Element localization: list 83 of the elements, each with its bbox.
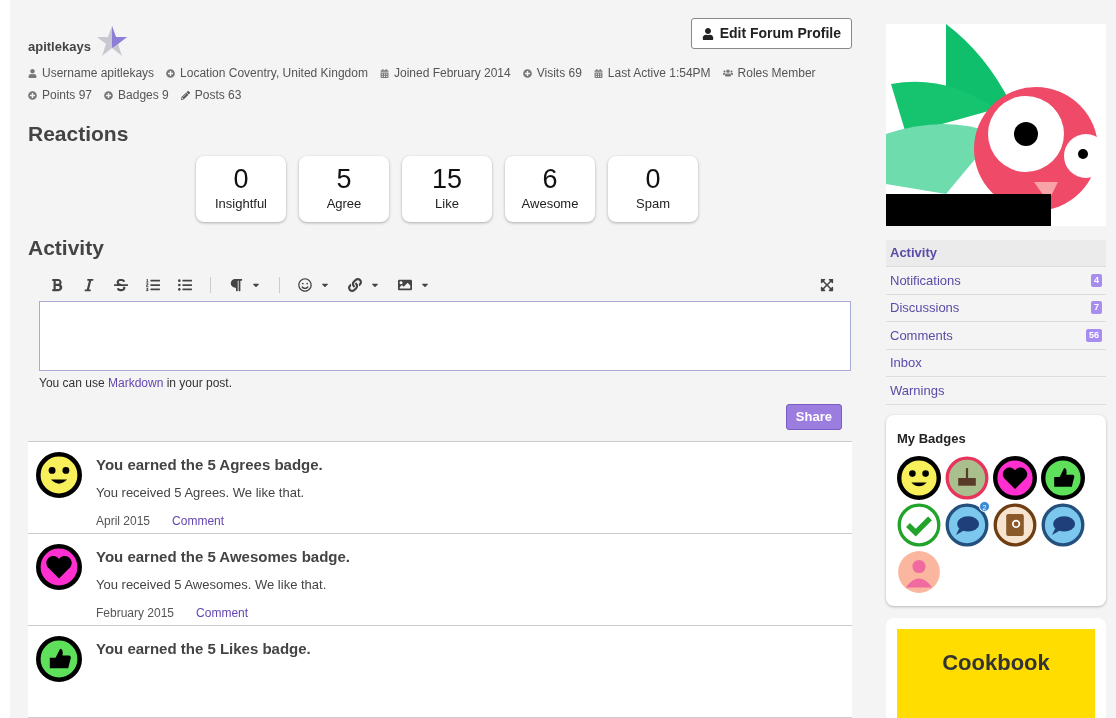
post-input-field[interactable] — [39, 301, 851, 371]
reaction-card[interactable]: 6 Awesome — [505, 155, 595, 222]
bold-icon[interactable] — [50, 278, 64, 292]
reaction-label: Spam — [636, 194, 670, 213]
italic-icon[interactable] — [82, 278, 96, 292]
reaction-label: Agree — [326, 194, 362, 213]
cookbook-banner: Cookbook — [897, 629, 1095, 718]
plus-icon — [522, 68, 532, 78]
calendar-icon — [379, 68, 389, 78]
count-badge: 4 — [1091, 273, 1102, 287]
link-icon[interactable] — [348, 278, 362, 292]
profile-meta-text: Location Coventry, United Kingdom — [180, 65, 368, 82]
user-icon — [701, 27, 714, 40]
markdown-hint-text: You can use Markdown in your post. — [39, 376, 233, 390]
activity-body: You received 5 Agrees. We like that. — [96, 483, 306, 502]
cake-badge-icon — [945, 456, 989, 500]
speech-bubble-badge-icon — [945, 503, 989, 547]
reaction-label: Insightful — [214, 194, 267, 213]
activity-title: You earned the 5 Agrees badge. — [96, 455, 323, 475]
reaction-card[interactable]: 0 Spam — [608, 155, 698, 222]
sidebar-nav-item[interactable]: Warnings — [886, 377, 1106, 405]
profile-meta-text: Visits 69 — [536, 65, 582, 82]
activity-title: You earned the 5 Awesomes badge. — [96, 547, 350, 567]
thumbs-up-badge-icon — [1041, 456, 1085, 500]
reaction-count: 0 — [645, 163, 661, 194]
image-icon[interactable] — [398, 278, 412, 292]
reaction-label: Like — [435, 194, 459, 213]
user-icon — [28, 68, 37, 78]
smiley-badge-icon — [897, 456, 941, 500]
count-badge: 7 — [1091, 301, 1102, 315]
comment-link[interactable]: Comment — [172, 512, 225, 530]
profile-meta-text: Username apitlekays — [42, 65, 155, 82]
reaction-count: 5 — [336, 163, 352, 194]
profile-meta-text: Joined February 2014 — [393, 65, 511, 82]
plus-icon — [166, 68, 176, 78]
reaction-label: Awesome — [521, 194, 579, 213]
username-heading: apitlekays — [28, 37, 91, 56]
bullet-list-icon[interactable] — [178, 278, 192, 292]
calendar-icon — [593, 68, 603, 78]
pencil-icon — [180, 90, 190, 100]
plus-icon — [28, 90, 37, 100]
reactions-heading: Reactions — [28, 121, 130, 147]
thumbs-up-badge-icon — [36, 636, 82, 682]
speech-bubble-badge-icon — [1041, 503, 1085, 547]
activity-title: You earned the 5 Likes badge. — [96, 639, 311, 659]
sidebar-nav-item[interactable]: Activity — [886, 239, 1106, 267]
count-badge: 56 — [1086, 328, 1102, 342]
reaction-card[interactable]: 0 Insightful — [196, 155, 286, 222]
sidebar-nav-item[interactable]: Notifications 4 — [886, 267, 1106, 295]
reaction-count: 0 — [233, 163, 249, 194]
profile-meta-text: Last Active 1:54PM — [607, 65, 711, 82]
emoji-icon[interactable] — [298, 278, 312, 292]
sidebar-nav-item[interactable]: Inbox — [886, 349, 1106, 377]
numbered-list-icon[interactable] — [146, 278, 160, 292]
edit-profile-button[interactable]: Edit Forum Profile — [690, 18, 852, 49]
profile-meta-text: Points 97 — [42, 87, 93, 104]
reaction-card[interactable]: 15 Like — [402, 155, 492, 222]
reaction-card[interactable]: 5 Agree — [299, 155, 389, 222]
reaction-count: 15 — [431, 163, 462, 194]
smiley-badge-icon — [36, 452, 82, 498]
activity-date: April 2015 — [96, 513, 151, 530]
plus-icon — [104, 90, 114, 100]
activity-heading: Activity — [28, 234, 105, 261]
heart-badge-icon — [993, 456, 1037, 500]
fullscreen-icon[interactable] — [820, 278, 834, 292]
sidebar-nav-item[interactable]: Comments 56 — [886, 322, 1106, 350]
reaction-count: 6 — [542, 163, 558, 194]
paragraph-icon[interactable] — [229, 278, 243, 292]
profile-meta-text: Badges 9 — [118, 87, 169, 104]
activity-body: You received 5 Awesomes. We like that. — [96, 575, 328, 594]
profile-meta-text: Posts 63 — [194, 87, 242, 104]
address-book-badge-icon — [993, 503, 1037, 547]
activity-date: February 2015 — [96, 605, 175, 622]
users-icon — [722, 68, 733, 78]
badges-heading: My Badges — [897, 429, 967, 448]
checkmark-badge-icon — [897, 503, 941, 547]
heart-badge-icon — [36, 544, 82, 590]
strikethrough-icon[interactable] — [114, 278, 128, 292]
person-badge-icon — [897, 550, 941, 594]
markdown-link[interactable]: Markdown — [107, 376, 164, 390]
profile-meta-text: Roles Member — [737, 65, 816, 82]
sidebar-nav-item[interactable]: Discussions 7 — [886, 294, 1106, 322]
comment-link[interactable]: Comment — [196, 604, 249, 622]
